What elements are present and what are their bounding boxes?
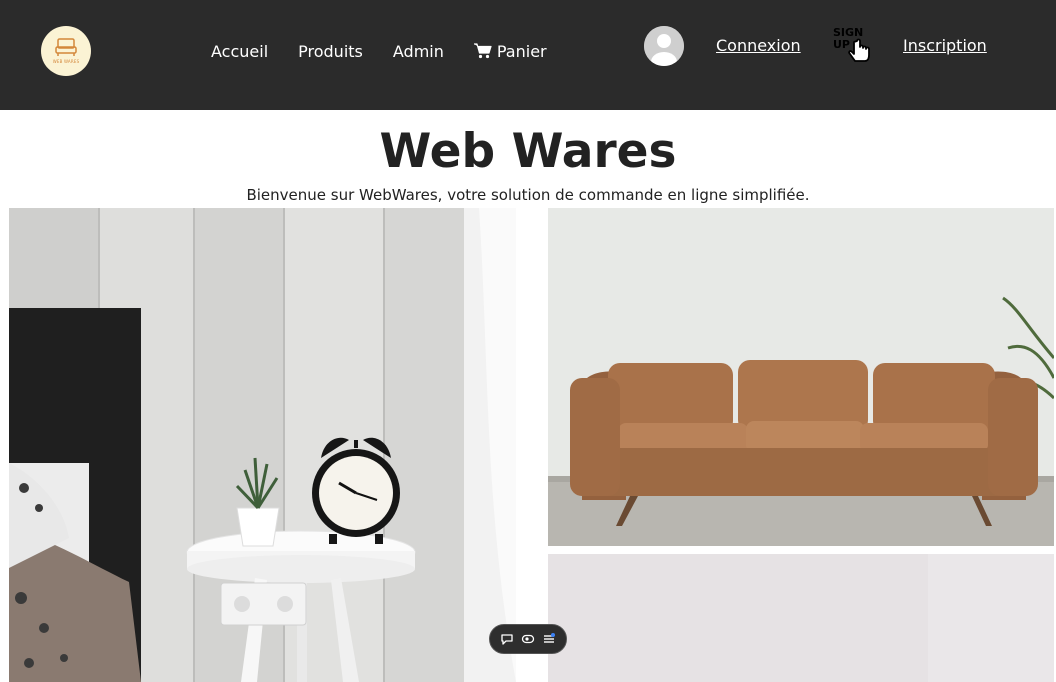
comment-icon (501, 634, 513, 645)
bedroom-nightstand-image (9, 208, 516, 682)
avatar[interactable] (644, 26, 684, 66)
eye-icon (521, 634, 535, 644)
nav-panier-label: Panier (496, 41, 547, 61)
login-link[interactable]: Connexion (716, 36, 801, 55)
main-nav: Accueil Produits Admin Panier (211, 40, 577, 62)
page-tagline: Bienvenue sur WebWares, votre solution d… (246, 186, 810, 204)
page-title: Web Wares (379, 124, 677, 179)
floating-toolbar (489, 624, 567, 654)
leather-sofa-image (548, 208, 1054, 546)
nav-admin-label: Admin (392, 41, 444, 61)
site-logo[interactable]: WEB WARES (41, 26, 91, 76)
nav-accueil-label: Accueil (211, 41, 269, 61)
top-navbar: WEB WARES Accueil Produits Admin Panier … (0, 0, 1056, 110)
interior-image (548, 554, 1054, 682)
sofa-logo-icon (55, 38, 77, 56)
comment-button[interactable] (499, 631, 515, 647)
user-avatar-icon (644, 26, 684, 66)
nav-panier[interactable]: Panier (473, 41, 547, 61)
nav-produits-label: Produits (298, 41, 363, 61)
nav-accueil[interactable]: Accueil (211, 42, 268, 61)
preview-button[interactable] (520, 631, 536, 647)
nav-admin[interactable]: Admin (393, 42, 444, 61)
logo-text: WEB WARES (52, 59, 80, 64)
menu-button[interactable] (541, 631, 557, 647)
svg-text:UP: UP (833, 38, 850, 51)
nav-produits[interactable]: Produits (298, 42, 363, 61)
register-link[interactable]: Inscription (903, 36, 987, 55)
cart-icon (473, 43, 492, 59)
menu-icon (544, 633, 556, 643)
signup-icon[interactable]: SIGN UP (830, 24, 874, 68)
